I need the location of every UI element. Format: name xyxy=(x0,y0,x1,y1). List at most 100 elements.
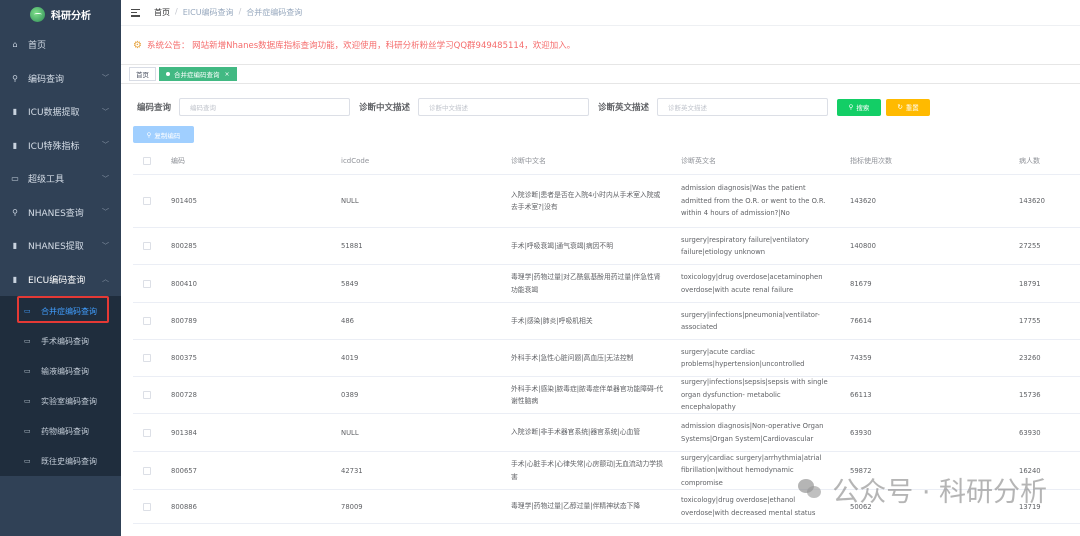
cell-pat: 63930 xyxy=(1019,428,1041,437)
search-icon: ⚲ xyxy=(146,130,152,139)
en-desc-input[interactable]: 诊断英文描述 xyxy=(657,98,829,116)
submenu-item[interactable]: ▭ 手术编码查询 xyxy=(0,326,121,356)
sidebar-item-label: ICU数据提取 xyxy=(28,108,80,119)
row-checkbox[interactable] xyxy=(133,502,160,511)
refresh-icon: ↻ xyxy=(897,103,903,111)
row-checkbox[interactable] xyxy=(133,428,160,437)
copy-code-button[interactable]: ⚲ 复制编码 xyxy=(133,126,194,143)
header-code[interactable]: 编码 xyxy=(160,156,331,166)
search-button[interactable]: ⚲ 搜索 xyxy=(837,98,882,116)
sidebar-item[interactable]: ▭ 超级工具 ﹀ xyxy=(0,162,121,196)
monitor-icon: ▭ xyxy=(24,397,31,405)
hamburger-icon[interactable] xyxy=(131,8,140,17)
cell-en: surgery|respiratory failure|ventilatory … xyxy=(681,235,809,257)
cell-cn: 手术|心脏手术|心律失常|心房颤动|无血流动力学损害 xyxy=(511,460,663,481)
cell-use: 63930 xyxy=(850,428,872,437)
tag-active[interactable]: 合并症编码查询 × xyxy=(159,67,237,81)
chevron-down-icon: ﹀ xyxy=(102,241,109,250)
eicu-submenu: ▭ 合并症编码查询 ▭ 手术编码查询 ▭ 输液编码查询 ▭ 实验室编码查询 ▭ 药物编码查询 ▭ 既往… xyxy=(0,296,121,476)
table-row[interactable]: 901405 NULL 入院诊断|患者是否在入院4小时内从手术室入院或去手术室?|没… xyxy=(133,175,1080,228)
brand-title: 科研分析 xyxy=(51,10,91,22)
header-cn[interactable]: 诊断中文名 xyxy=(501,155,671,168)
header-en[interactable]: 诊断英文名 xyxy=(671,155,841,168)
table-row[interactable]: 901384 NULL 入院诊断|非手术器官系统|器官系统|心血管 admission… xyxy=(133,414,1080,452)
sidebar-item[interactable]: ⚲ 编码查询 ﹀ xyxy=(0,62,121,96)
sidebar-menu: ⌂ 首页 ⚲ 编码查询 ﹀ ▮ ICU数据提取 ﹀ ▮ ICU特殊指标 ﹀ ▭ 超级工具 ﹀ ⚲ NHANES… xyxy=(0,28,121,476)
cell-en: admission diagnosis|Was the patient admi… xyxy=(681,184,826,218)
sidebar-item-label: EICU编码查询 xyxy=(28,275,86,286)
chevron-up-icon: ︿ xyxy=(102,275,109,284)
search-icon: ⚲ xyxy=(12,73,18,83)
row-checkbox[interactable] xyxy=(133,354,160,362)
monitor-icon: ▭ xyxy=(24,337,31,345)
sidebar-item[interactable]: ⚲ NHANES查询 ﹀ xyxy=(0,196,121,230)
select-all-checkbox[interactable] xyxy=(133,157,160,165)
cell-code: 901384 xyxy=(171,428,197,437)
submenu-item-label: 手术编码查询 xyxy=(41,336,89,346)
sidebar-item[interactable]: ⌂ 首页 xyxy=(0,28,121,62)
header-patients[interactable]: 病人数 xyxy=(1011,156,1080,166)
submenu-item[interactable]: ▭ 实验室编码查询 xyxy=(0,386,121,416)
sidebar-item-label: ICU特殊指标 xyxy=(28,141,80,152)
breadcrumb-home[interactable]: 首页 xyxy=(154,7,170,18)
cell-use: 143620 xyxy=(850,197,876,205)
sidebar-item[interactable]: ▮ NHANES提取 ﹀ xyxy=(0,229,121,263)
watermark: 公众号 · 科研分析 xyxy=(798,470,1047,509)
reset-button[interactable]: ↻ 重置 xyxy=(886,98,931,116)
table-row[interactable]: 800285 51881 手术|呼吸衰竭|通气衰竭|病因不明 surgery|resp… xyxy=(133,228,1080,265)
row-checkbox[interactable] xyxy=(133,317,160,325)
row-checkbox[interactable] xyxy=(133,279,160,288)
row-checkbox[interactable] xyxy=(133,391,160,399)
cell-en: toxicology|drug overdose|acetaminophen o… xyxy=(681,273,823,294)
table-row[interactable]: 800789 486 手术|感染|肺炎|呼吸机相关 surgery|infection… xyxy=(133,303,1080,340)
table-row[interactable]: 800375 4019 外科手术|急性心脏问题|高血压|无法控制 surgery|ac… xyxy=(133,340,1080,377)
monitor-icon: ▭ xyxy=(24,367,31,375)
row-checkbox[interactable] xyxy=(133,242,160,250)
cell-pat: 18791 xyxy=(1019,279,1041,288)
cell-use: 74359 xyxy=(850,354,872,362)
search-icon: ⚲ xyxy=(848,103,854,111)
cell-icd: 486 xyxy=(341,317,354,325)
submenu-item[interactable]: ▭ 药物编码查询 xyxy=(0,416,121,446)
bar-chart-icon: ▮ xyxy=(12,107,18,117)
app-root: 科研分析 ⌂ 首页 ⚲ 编码查询 ﹀ ▮ ICU数据提取 ﹀ ▮ ICU特殊指标 ﹀ ▭ 超级工具 ﹀ ⚲ N… xyxy=(0,0,1080,536)
search-icon: ⚲ xyxy=(12,207,18,217)
submenu-item[interactable]: ▭ 既往史编码查询 xyxy=(0,446,121,476)
main-content: 首页 / EICU编码查询 / 合并症编码查询 ⚙ 系统公告： 网站新增Nhan… xyxy=(121,0,1080,536)
breadcrumb-separator: / xyxy=(238,7,242,16)
brand: 科研分析 xyxy=(0,0,121,28)
tag-home[interactable]: 首页 xyxy=(129,67,156,81)
code-input[interactable]: 编码查询 xyxy=(179,98,351,116)
cell-code: 800728 xyxy=(171,391,197,399)
cell-icd: 42731 xyxy=(341,466,363,475)
cell-pat: 143620 xyxy=(1019,197,1045,205)
cell-pat: 17755 xyxy=(1019,317,1041,325)
notice-text: 系统公告： 网站新增Nhanes数据库指标查询功能，欢迎使用，科研分析粉丝学习Q… xyxy=(146,41,576,51)
row-checkbox[interactable] xyxy=(133,197,160,205)
row-checkbox[interactable] xyxy=(133,466,160,475)
sidebar-item[interactable]: ▮ EICU编码查询 ︿ xyxy=(0,263,121,297)
chevron-down-icon: ﹀ xyxy=(102,208,109,217)
submenu-item[interactable]: ▭ 输液编码查询 xyxy=(0,356,121,386)
header-icd[interactable]: icdCode xyxy=(331,157,501,165)
breadcrumb-separator: / xyxy=(175,7,178,16)
cell-use: 66113 xyxy=(850,391,872,399)
close-icon[interactable]: × xyxy=(225,71,230,78)
submenu-item[interactable]: ▭ 合并症编码查询 xyxy=(0,296,121,326)
header-use-count[interactable]: 指标使用次数 xyxy=(841,156,1011,166)
cn-desc-label: 诊断中文描述 xyxy=(359,103,411,113)
copy-code-label: 复制编码 xyxy=(154,131,181,140)
sidebar-item-label: NHANES提取 xyxy=(28,242,84,253)
cell-cn: 手术|呼吸衰竭|通气衰竭|病因不明 xyxy=(511,241,614,250)
table-row[interactable]: 800728 0389 外科手术|感染|脓毒症|脓毒症伴单器官功能障碍-代谢性脑病 s… xyxy=(133,377,1080,414)
bar-chart-icon: ▮ xyxy=(12,140,18,150)
monitor-icon: ▭ xyxy=(11,174,19,184)
search-form: 编码查询 编码查询 诊断中文描述 诊断中文描述 诊断英文描述 诊断英文描述 ⚲ 搜… xyxy=(137,98,931,116)
table-row[interactable]: 800410 5849 毒理学|药物过量|对乙酰氨基酚用药过量|伴急性肾功能衰竭 to… xyxy=(133,265,1080,303)
sidebar-item-label: NHANES查询 xyxy=(28,208,84,219)
breadcrumb-current: 合并症编码查询 xyxy=(246,8,303,17)
sidebar-item[interactable]: ▮ ICU数据提取 ﹀ xyxy=(0,95,121,129)
sidebar-item[interactable]: ▮ ICU特殊指标 ﹀ xyxy=(0,129,121,163)
breadcrumb: 首页 / EICU编码查询 / 合并症编码查询 xyxy=(154,7,302,18)
cn-desc-input[interactable]: 诊断中文描述 xyxy=(418,98,590,116)
